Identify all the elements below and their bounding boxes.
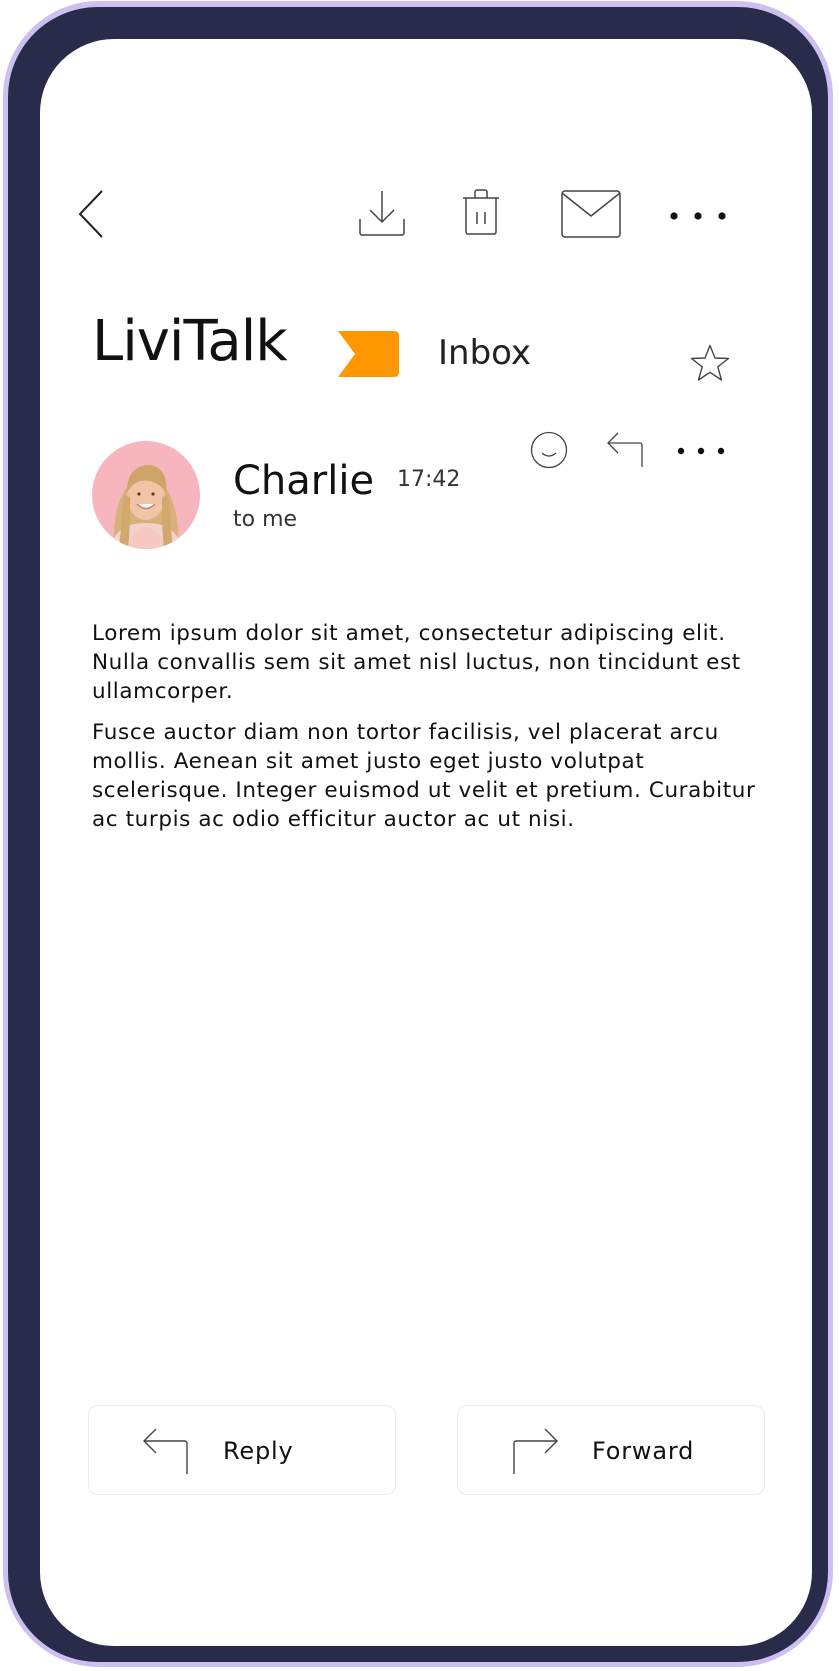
message-more-icon[interactable] (676, 446, 726, 456)
reply-arrow-icon (141, 1426, 191, 1476)
sender-avatar (92, 441, 200, 549)
forward-button[interactable]: Forward (457, 1405, 765, 1495)
reply-icon[interactable] (606, 431, 644, 467)
message-paragraph: Fusce auctor diam non tortor facilisis, … (92, 720, 756, 832)
back-chevron-icon[interactable] (78, 189, 108, 239)
device-frame: LiviTalk Inbox Charlie 17:42 to me Lorem… (8, 7, 828, 1662)
sender-name: Charlie (233, 458, 375, 504)
smiley-icon[interactable] (530, 431, 568, 469)
forward-arrow-icon (510, 1426, 560, 1476)
forward-label: Forward (592, 1437, 695, 1465)
message-paragraph: Lorem ipsum dolor sit amet, consectetur … (92, 621, 741, 704)
trash-icon[interactable] (461, 188, 501, 236)
mail-screen: LiviTalk Inbox Charlie 17:42 to me Lorem… (40, 39, 812, 1646)
message-time: 17:42 (397, 467, 461, 492)
reply-button[interactable]: Reply (88, 1405, 396, 1495)
folder-name: Inbox (438, 333, 532, 373)
recipient-line: to me (233, 507, 298, 532)
envelope-icon[interactable] (561, 190, 621, 238)
more-horizontal-icon[interactable] (669, 211, 729, 221)
message-body: Lorem ipsum dolor sit amet, consectetur … (92, 619, 772, 846)
download-icon[interactable] (358, 189, 406, 237)
reply-label: Reply (223, 1437, 294, 1465)
label-tag-icon[interactable] (338, 329, 400, 379)
star-icon[interactable] (690, 344, 730, 382)
app-title: LiviTalk (92, 309, 288, 374)
